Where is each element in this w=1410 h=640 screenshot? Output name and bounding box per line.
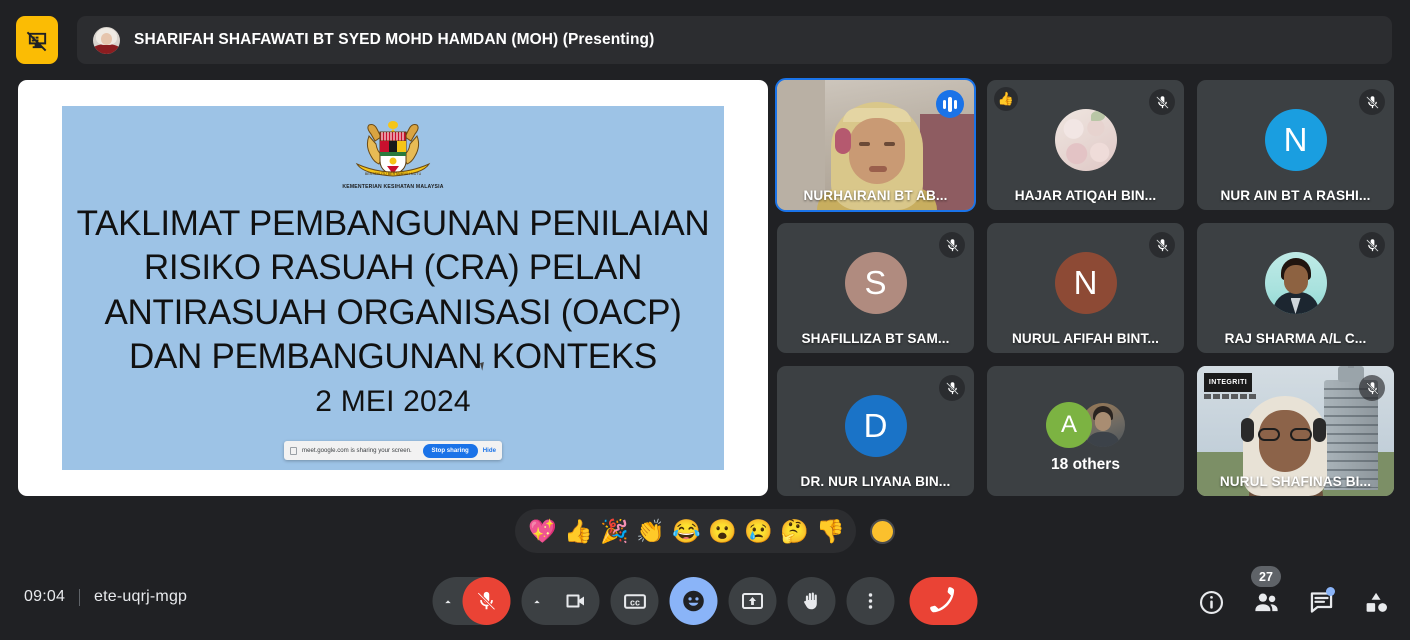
- present-now-button[interactable]: [728, 577, 777, 625]
- slide-title-line-4: DAN PEMBANGUNAN KONTEKS: [129, 336, 657, 376]
- slide-title-line-3: ANTIRASUAH ORGANISASI (OACP): [104, 292, 682, 332]
- mic-off-icon: [1359, 89, 1385, 115]
- avatar-initial: N: [1054, 252, 1117, 314]
- activities-button[interactable]: [1356, 582, 1396, 622]
- participant-count-badge: 27: [1251, 566, 1281, 587]
- integriti-logo: INTEGRITI: [1204, 373, 1252, 392]
- microphone-control-group: [432, 577, 511, 625]
- camera-toggle-button[interactable]: [552, 577, 600, 625]
- chat-with-everyone-button[interactable]: [1301, 582, 1341, 622]
- browser-tab-icon: [290, 446, 297, 455]
- mic-off-icon: [939, 232, 965, 258]
- participant-tile-raj-sharma[interactable]: RAJ SHARMA A/L C...: [1197, 223, 1394, 353]
- avatar-initial: N: [1264, 109, 1327, 171]
- svg-text:cc: cc: [630, 597, 640, 607]
- skin-tone-selector[interactable]: [870, 518, 895, 544]
- camera-control-group: [521, 577, 600, 625]
- more-options-button[interactable]: [846, 577, 895, 625]
- reaction-crying-face-icon[interactable]: 😢: [744, 519, 773, 543]
- ministry-label: KEMENTERIAN KESIHATAN MALAYSIA: [342, 183, 444, 191]
- call-controls: cc: [432, 577, 978, 625]
- reaction-thumbs-up-icon: 👍: [994, 87, 1018, 111]
- audio-activity-icon: [936, 90, 964, 118]
- presenter-name-label: SHARIFAH SHAFAWATI BT SYED MOHD HAMDAN (…: [134, 31, 655, 48]
- bottom-control-bar: 09:04 ete-uqrj-mgp cc 27: [0, 560, 1410, 640]
- hide-share-bar-link[interactable]: Hide: [483, 447, 496, 454]
- microphone-options-chevron-icon[interactable]: [433, 595, 463, 608]
- malaysia-coat-of-arms-icon: BERSEKUTU BERTAMBAH MUTU: [349, 120, 437, 182]
- others-count-label: 18 others: [1051, 456, 1120, 473]
- participant-name-label: RAJ SHARMA A/L C...: [1224, 331, 1367, 346]
- participant-tile-dr-nur-liyana[interactable]: D DR. NUR LIYANA BIN...: [777, 366, 974, 496]
- participant-tile-nurhairani[interactable]: NURHAIRANI BT AB...: [775, 78, 976, 212]
- reactions-toggle-button[interactable]: [669, 577, 718, 625]
- reaction-sparkling-heart-icon[interactable]: 💖: [528, 519, 557, 543]
- avatar-initial: A: [1046, 402, 1092, 448]
- mic-off-icon: [1149, 89, 1175, 115]
- meeting-code: ete-uqrj-mgp: [94, 588, 188, 605]
- divider: [79, 588, 81, 606]
- avatar: [1264, 252, 1327, 314]
- presenter-avatar: [93, 26, 120, 54]
- reaction-party-popper-icon[interactable]: 🎉: [600, 519, 629, 543]
- top-presentation-bar: SHARIFAH SHAFAWATI BT SYED MOHD HAMDAN (…: [16, 16, 1392, 64]
- slide-title-line-1: TAKLIMAT PEMBANGUNAN PENILAIAN: [76, 204, 710, 243]
- meeting-time: 09:04: [24, 588, 66, 605]
- mic-off-icon: [1359, 232, 1385, 258]
- participant-name-label: NURUL AFIFAH BINT...: [1012, 331, 1159, 346]
- reaction-thumbs-up-icon[interactable]: 👍: [564, 519, 593, 543]
- reaction-thinking-face-icon[interactable]: 🤔: [780, 519, 809, 543]
- participant-name-label: DR. NUR LIYANA BIN...: [800, 474, 951, 489]
- participant-tile-nur-ain[interactable]: N NUR AIN BT A RASHI...: [1197, 80, 1394, 210]
- avatar-initial: D: [844, 395, 907, 457]
- mic-off-icon: [939, 375, 965, 401]
- shared-slide: BERSEKUTU BERTAMBAH MUTU KEMENTERIAN KES…: [62, 106, 724, 470]
- mic-off-icon: [1149, 232, 1175, 258]
- meeting-info: 09:04 ete-uqrj-mgp: [24, 588, 187, 606]
- participant-tile-nurul-shafinas[interactable]: INTEGRITI NURUL SHAFINAS BI...: [1197, 366, 1394, 496]
- right-panel-controls: 27: [1191, 566, 1396, 622]
- presenter-banner: SHARIFAH SHAFAWATI BT SYED MOHD HAMDAN (…: [77, 16, 1392, 64]
- participant-name-label: SHAFILLIZA BT SAM...: [801, 331, 950, 346]
- avatar: [1054, 109, 1117, 171]
- participant-tile-others[interactable]: A 18 others: [987, 366, 1184, 496]
- mic-off-icon: [1359, 375, 1385, 401]
- reaction-open-mouth-icon[interactable]: 😮: [708, 519, 737, 543]
- reaction-clapping-hands-icon[interactable]: 👏: [636, 519, 665, 543]
- raise-hand-button[interactable]: [787, 577, 836, 625]
- show-everyone-button[interactable]: 27: [1246, 566, 1286, 622]
- reaction-face-with-tears-of-joy-icon[interactable]: 😂: [672, 519, 701, 543]
- leave-call-button[interactable]: [909, 577, 978, 625]
- camera-options-chevron-icon[interactable]: [522, 595, 552, 608]
- microphone-toggle-button[interactable]: [462, 577, 511, 625]
- participant-tile-shafilliza[interactable]: S SHAFILLIZA BT SAM...: [777, 223, 974, 353]
- participant-name-label: HAJAR ATIQAH BIN...: [1014, 188, 1157, 203]
- chat-unread-dot: [1326, 587, 1335, 596]
- share-message: meet.google.com is sharing your screen.: [302, 447, 412, 454]
- screen-share-notification-bar: meet.google.com is sharing your screen. …: [284, 441, 502, 460]
- captions-toggle-button[interactable]: cc: [610, 577, 659, 625]
- others-avatar-stack: A: [1046, 402, 1125, 448]
- meeting-details-button[interactable]: [1191, 582, 1231, 622]
- reaction-thumbs-down-icon[interactable]: 👎: [816, 519, 845, 543]
- participant-name-label: NURUL SHAFINAS BI...: [1219, 474, 1372, 489]
- slide-title: TAKLIMAT PEMBANGUNAN PENILAIAN RISIKO RA…: [62, 202, 724, 379]
- stop-sharing-button[interactable]: Stop sharing: [422, 443, 478, 458]
- participant-name-label: NURHAIRANI BT AB...: [803, 188, 948, 203]
- participant-tile-hajar-atiqah[interactable]: 👍 HAJAR ATIQAH BIN...: [987, 80, 1184, 210]
- present-stop-icon[interactable]: [16, 16, 58, 64]
- participant-grid: NURHAIRANI BT AB... 👍 HAJAR ATIQAH BIN..…: [775, 78, 1394, 496]
- reaction-emoji-list: 💖 👍 🎉 👏 😂 😮 😢 🤔 👎: [515, 509, 856, 553]
- svg-text:BERSEKUTU BERTAMBAH MUTU: BERSEKUTU BERTAMBAH MUTU: [365, 172, 422, 176]
- avatar-initial: S: [844, 252, 907, 314]
- google-meet-window: SHARIFAH SHAFAWATI BT SYED MOHD HAMDAN (…: [0, 0, 1410, 640]
- presentation-stage[interactable]: BERSEKUTU BERTAMBAH MUTU KEMENTERIAN KES…: [18, 80, 768, 496]
- participant-tile-nurul-afifah[interactable]: N NURUL AFIFAH BINT...: [987, 223, 1184, 353]
- slide-date: 2 MEI 2024: [315, 385, 471, 419]
- participant-name-label: NUR AIN BT A RASHI...: [1220, 188, 1371, 203]
- slide-title-line-2: RISIKO RASUAH (CRA) PELAN: [143, 248, 643, 288]
- reactions-bar: 💖 👍 🎉 👏 😂 😮 😢 🤔 👎: [0, 508, 1410, 554]
